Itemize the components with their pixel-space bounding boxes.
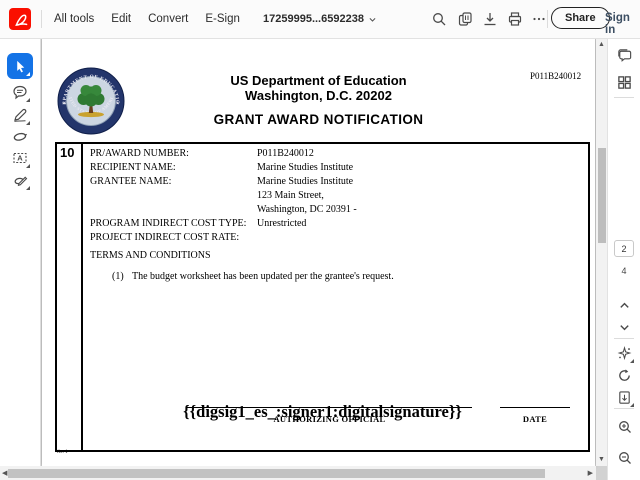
horizontal-scrollbar-thumb[interactable] (8, 468, 545, 478)
select-tool-icon[interactable] (7, 53, 33, 79)
doc-header-line1: US Department of Education (230, 73, 407, 88)
field-value: P011B240012 (257, 148, 314, 159)
page-down-icon[interactable] (612, 315, 637, 340)
authorizing-official-label: AUTHORIZING OFFICIAL (273, 414, 386, 424)
field-row: PROGRAM INDIRECT COST TYPE: Unrestricted (90, 218, 307, 229)
doc-header: US Department of Education Washington, D… (42, 73, 595, 103)
acrobat-logo-icon[interactable] (9, 8, 31, 30)
scroll-up-arrow-icon[interactable]: ▲ (598, 41, 605, 48)
total-pages-label: 4 (621, 266, 627, 276)
search-icon[interactable] (427, 7, 451, 31)
rail-divider (614, 97, 634, 98)
signature-line (187, 407, 472, 408)
download-icon[interactable] (478, 7, 502, 31)
pdf-page[interactable]: DEPARTMENT OF EDUCATION UNITED STATES OF… (42, 38, 595, 466)
left-tool-rail: A (0, 38, 41, 466)
sign-tool-icon[interactable] (7, 167, 33, 193)
vertical-scrollbar[interactable]: ▲ ▼ (596, 38, 607, 466)
scroll-right-arrow-icon[interactable]: ▶ (588, 470, 593, 477)
toolbar-divider (41, 10, 42, 28)
right-tool-rail: 2 4 (607, 38, 640, 480)
horizontal-scrollbar[interactable]: ◀ ▶ (0, 466, 596, 480)
term-text: The budget worksheet has been updated pe… (132, 271, 394, 282)
rail-divider (614, 338, 634, 339)
rail-divider (614, 408, 634, 409)
term-number: (1) (112, 271, 124, 282)
top-toolbar: All tools Edit Convert E-Sign 17259995..… (0, 0, 640, 39)
menu-edit[interactable]: Edit (111, 13, 131, 25)
menu-esign[interactable]: E-Sign (205, 13, 240, 25)
field-row: Washington, DC 20391 - (90, 203, 357, 217)
copy-icon[interactable] (453, 7, 477, 31)
field-row: 123 Main Street, (90, 189, 357, 203)
field-row: RECIPIENT NAME: Marine Studies Institute (90, 162, 354, 173)
toolbar-divider (547, 10, 548, 28)
acrobat-window: All tools Edit Convert E-Sign 17259995..… (0, 0, 640, 480)
scroll-down-arrow-icon[interactable]: ▼ (598, 456, 605, 463)
vertical-scrollbar-thumb[interactable] (597, 148, 606, 243)
print-icon[interactable] (503, 7, 527, 31)
field-value: Marine Studies Institute (257, 162, 354, 173)
field-row: PR/AWARD NUMBER: P011B240012 (90, 148, 314, 159)
field-value: Unrestricted (257, 218, 307, 229)
menu-all-tools[interactable]: All tools (54, 13, 94, 25)
field-row: PROJECT INDIRECT COST RATE: (90, 232, 240, 243)
chevron-down-icon (368, 15, 377, 24)
thumbnails-panel-icon[interactable] (612, 70, 637, 95)
field-value: Marine Studies Institute (257, 176, 354, 187)
doc-corner-number: P011B240012 (530, 71, 582, 81)
document-title-group[interactable]: 17259995...6592238 (263, 0, 377, 38)
comments-panel-icon[interactable] (612, 43, 637, 68)
zoom-in-icon[interactable] (612, 414, 637, 439)
block-number: 10 (60, 145, 75, 160)
date-line (500, 407, 570, 408)
field-value: Washington, DC 20391 - (257, 204, 357, 215)
terms-heading: TERMS AND CONDITIONS (90, 250, 211, 261)
document-title: 17259995...6592238 (263, 13, 364, 25)
share-button[interactable]: Share (551, 7, 610, 29)
menu-convert[interactable]: Convert (148, 13, 188, 25)
fit-page-icon[interactable] (612, 385, 637, 410)
doc-title: GRANT AWARD NOTIFICATION (213, 112, 424, 127)
field-value: 123 Main Street, (257, 190, 324, 201)
current-page-input[interactable]: 2 (614, 240, 634, 257)
main-menu: All tools Edit Convert E-Sign (54, 0, 240, 38)
doc-header-line2: Washington, D.C. 20202 (245, 88, 392, 103)
date-label: DATE (522, 414, 548, 424)
sign-in-button[interactable]: Sign in (605, 12, 640, 36)
version-label: Ver. 1 (56, 450, 68, 455)
zoom-out-icon[interactable] (612, 445, 637, 470)
grant-box: 10 PR/AWARD NUMBER: P011B240012 RECIPIENT… (55, 142, 590, 452)
svg-text:A: A (17, 154, 23, 163)
term-item: (1) The budget worksheet has been update… (112, 271, 394, 282)
field-list: PR/AWARD NUMBER: P011B240012 RECIPIENT NA… (90, 147, 357, 245)
scroll-left-arrow-icon[interactable]: ◀ (2, 470, 7, 477)
field-row: GRANTEE NAME: Marine Studies Institute (90, 176, 354, 187)
